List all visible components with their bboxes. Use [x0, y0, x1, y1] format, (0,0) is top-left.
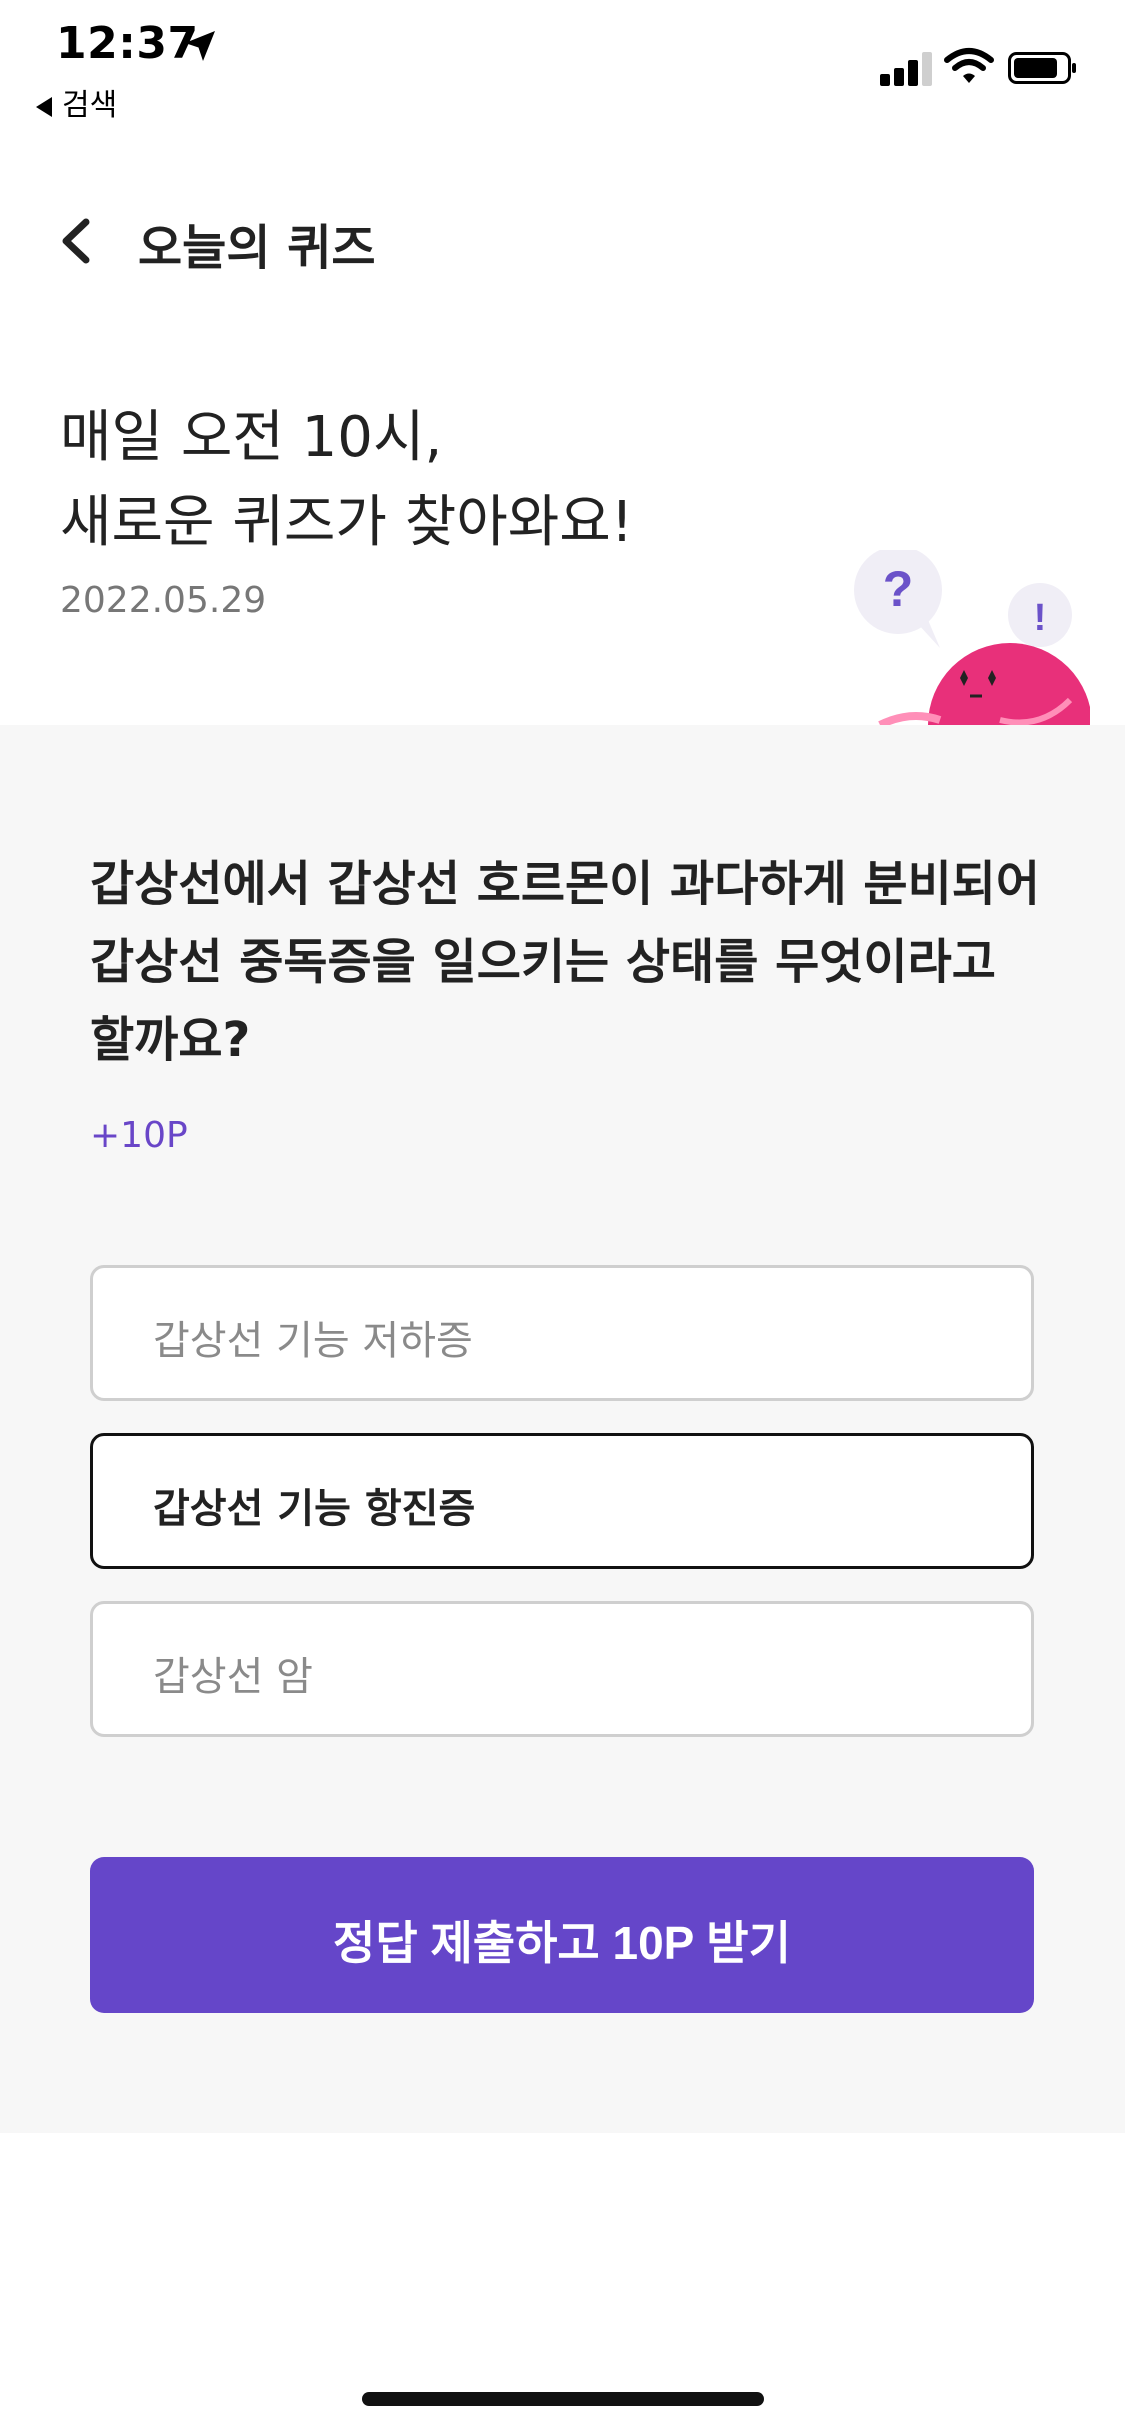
nav-bar: 오늘의 퀴즈 [0, 190, 1125, 290]
answer-option-label: 갑상선 기능 항진증 [153, 1486, 476, 1532]
home-indicator[interactable] [362, 2392, 764, 2406]
quiz-points: +10P [90, 1115, 188, 1156]
mascot-illustration: ? ! [854, 550, 1090, 725]
status-bar: 12:37 검색 [0, 0, 1125, 130]
back-to-app-link[interactable]: 검색 [36, 80, 117, 124]
hero-headline-line2: 새로운 퀴즈가 찾아와요! [60, 490, 634, 555]
answer-option-3[interactable]: 갑상선 암 [90, 1601, 1034, 1737]
answer-option-2[interactable]: 갑상선 기능 항진증 [90, 1433, 1034, 1569]
mascot-exclaim-text: ! [1034, 597, 1047, 639]
quiz-section: 갑상선에서 갑상선 호르몬이 과다하게 분비되어 갑상선 중독증을 일으키는 상… [0, 725, 1125, 2133]
back-triangle-icon [36, 96, 52, 117]
chevron-left-icon[interactable] [56, 216, 96, 266]
submit-answer-button[interactable]: 정답 제출하고 10P 받기 [90, 1857, 1034, 2013]
signal-icon [880, 50, 932, 86]
answer-option-label: 갑상선 암 [153, 1654, 313, 1700]
hero-headline-line1: 매일 오전 10시, [60, 405, 443, 470]
quiz-question: 갑상선에서 갑상선 호르몬이 과다하게 분비되어 갑상선 중독증을 일으키는 상… [90, 856, 1041, 1068]
page-title: 오늘의 퀴즈 [138, 220, 376, 276]
wifi-icon [944, 48, 994, 83]
submit-button-label: 정답 제출하고 10P 받기 [333, 1917, 791, 1969]
answer-option-1[interactable]: 갑상선 기능 저하증 [90, 1265, 1034, 1401]
back-app-label: 검색 [62, 88, 118, 123]
hero-section: 매일 오전 10시, 새로운 퀴즈가 찾아와요! 2022.05.29 ? ! [0, 380, 1125, 725]
quiz-date: 2022.05.29 [60, 580, 267, 621]
location-arrow-icon [185, 31, 215, 61]
battery-icon [1008, 52, 1076, 84]
mascot-question-text: ? [883, 561, 914, 617]
answer-option-label: 갑상선 기능 저하증 [153, 1318, 473, 1364]
status-time: 12:37 [56, 18, 199, 69]
